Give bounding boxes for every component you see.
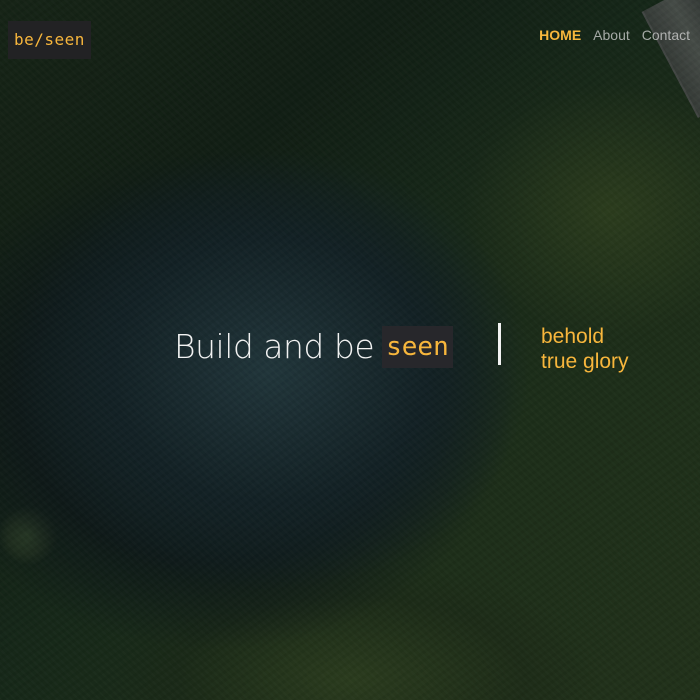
- nav-home-link[interactable]: HOME: [539, 26, 581, 44]
- site-logo[interactable]: be/seen: [8, 21, 91, 59]
- top-navigation: HOME About Contact: [539, 26, 690, 44]
- hero-tagline: behold true glory: [541, 324, 629, 374]
- nav-about-link[interactable]: About: [593, 26, 630, 44]
- tagline-line-2: true glory: [541, 350, 629, 373]
- headline-highlight: seen: [382, 326, 453, 368]
- hero-headline: Build and be seen: [174, 326, 453, 368]
- tagline-line-1: behold: [541, 325, 605, 348]
- hero-divider: [498, 323, 501, 365]
- nav-contact-link[interactable]: Contact: [642, 26, 690, 44]
- hero-section: be/seen HOME About Contact Build and be …: [0, 0, 700, 700]
- headline-main-text: Build and be: [174, 327, 375, 366]
